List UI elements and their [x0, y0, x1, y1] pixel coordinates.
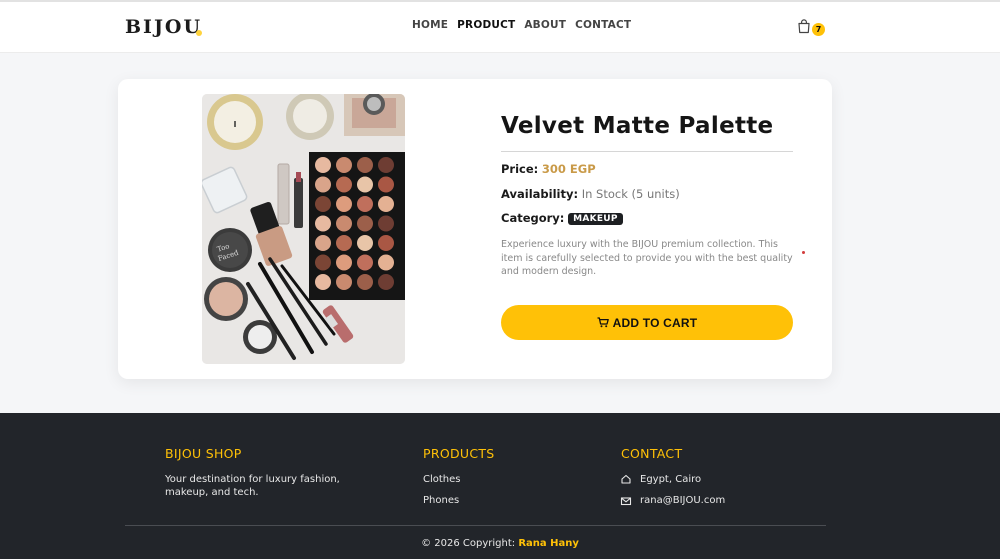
footer-email[interactable]: rana@BIJOU.com [640, 494, 725, 507]
availability-row: Availability: In Stock (5 units) [501, 187, 680, 201]
nav-product[interactable]: PRODUCT [457, 19, 515, 31]
site-header: BIJOU HOME PRODUCT ABOUT CONTACT 7 [0, 2, 1000, 53]
product-card: Too Faced Velvet Matte Palette Price: 30… [118, 79, 832, 379]
title-divider [501, 151, 793, 152]
category-label: Category: [501, 211, 565, 225]
cart-count-badge: 7 [812, 23, 825, 36]
cart-button[interactable]: 7 [795, 17, 829, 37]
home-icon [621, 474, 631, 484]
brand-logo[interactable]: BIJOU [125, 16, 202, 38]
category-badge: MAKEUP [568, 212, 623, 225]
product-title: Velvet Matte Palette [501, 113, 774, 139]
availability-value: In Stock (5 units) [581, 187, 680, 201]
footer-contact-heading: CONTACT [621, 446, 683, 461]
category-row: Category: MAKEUP [501, 211, 623, 225]
footer-shop-text: Your destination for luxury fashion, mak… [165, 474, 340, 498]
product-description: Experience luxury with the BIJOU premium… [501, 239, 793, 277]
copyright: © 2026 Copyright: Rana Hany [0, 538, 1000, 549]
footer-link-clothes[interactable]: Clothes [423, 473, 461, 486]
makeup-flatlay-illustration: Too Faced [202, 94, 405, 364]
footer-shop-heading: BIJOU SHOP [165, 446, 242, 461]
logo-dot [196, 30, 202, 36]
price-value: 300 EGP [541, 162, 596, 176]
decor-dot [802, 251, 805, 254]
price-label: Price: [501, 162, 539, 176]
availability-label: Availability: [501, 187, 579, 201]
add-to-cart-button[interactable]: ADD TO CART [501, 305, 793, 340]
email-icon [620, 497, 632, 506]
main-nav: HOME PRODUCT ABOUT CONTACT [412, 19, 631, 31]
nav-home[interactable]: HOME [412, 19, 448, 31]
nav-contact[interactable]: CONTACT [575, 19, 631, 31]
shopping-bag-icon [798, 19, 810, 34]
site-footer: BIJOU SHOP Your destination for luxury f… [0, 413, 1000, 559]
nav-about[interactable]: ABOUT [524, 19, 566, 31]
footer-location: Egypt, Cairo [640, 474, 702, 485]
copyright-author: Rana Hany [518, 538, 579, 549]
cart-icon [597, 317, 609, 328]
footer-link-phones[interactable]: Phones [423, 494, 459, 507]
footer-divider [125, 525, 826, 526]
footer-products-heading: PRODUCTS [423, 446, 495, 461]
copyright-prefix: © 2026 Copyright: [421, 538, 516, 549]
add-to-cart-label: ADD TO CART [612, 315, 698, 330]
price-row: Price: 300 EGP [501, 162, 596, 176]
product-image: Too Faced [202, 94, 405, 364]
